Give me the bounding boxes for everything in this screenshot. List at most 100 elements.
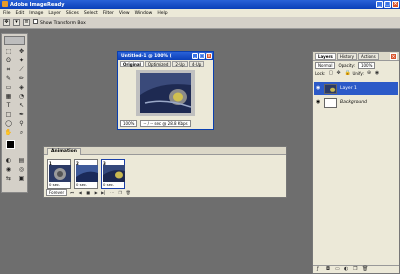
- layer-row-background[interactable]: ◉ Background: [314, 96, 398, 109]
- lock-position-icon[interactable]: ✥: [336, 70, 341, 76]
- menu-image[interactable]: Image: [29, 11, 43, 16]
- stop-icon[interactable]: ■: [85, 190, 91, 195]
- options-arrow-icon[interactable]: ▾: [13, 19, 20, 26]
- tab-optimized[interactable]: Optimized: [144, 61, 172, 67]
- image-map-tool-icon[interactable]: ◐: [3, 157, 14, 165]
- loop-select[interactable]: Forever: [46, 189, 68, 196]
- eraser-tool-icon[interactable]: ▭: [3, 84, 14, 92]
- app-title: Adobe ImageReady: [10, 1, 65, 8]
- duplicate-frame-icon[interactable]: ❐: [117, 190, 123, 195]
- menu-slices[interactable]: Slices: [66, 11, 79, 16]
- zoom-tool-icon[interactable]: ⌕: [16, 129, 27, 137]
- lock-all-icon[interactable]: 🔒: [344, 70, 350, 76]
- pen-tool-icon[interactable]: ✒: [16, 111, 27, 119]
- notes-tool-icon[interactable]: ◯: [3, 120, 14, 128]
- zoom-level[interactable]: 100%: [120, 120, 138, 127]
- play-icon[interactable]: ▶: [93, 190, 99, 195]
- adjustment-layer-icon[interactable]: ◐: [344, 267, 349, 272]
- unify-visibility-icon[interactable]: ◉: [375, 70, 380, 76]
- color-swatches[interactable]: [4, 140, 25, 154]
- minimize-button[interactable]: _: [376, 1, 383, 8]
- marquee-tool-icon[interactable]: ⬚: [3, 48, 14, 56]
- menu-view[interactable]: View: [119, 11, 130, 16]
- opacity-input[interactable]: 100%: [357, 61, 376, 69]
- tab-history[interactable]: History: [336, 53, 358, 60]
- menu-layer[interactable]: Layer: [48, 11, 61, 16]
- layer-row-layer1[interactable]: ◉ Layer 1: [314, 82, 398, 95]
- visibility-eye-icon[interactable]: ◉: [316, 86, 321, 91]
- frame-delay[interactable]: 0 sec.: [103, 182, 114, 187]
- brush-tool-icon[interactable]: ✎: [3, 75, 14, 83]
- opacity-label: Opacity:: [338, 62, 355, 68]
- document-window: Untitled-1 @ 100% ( _ □ × Original Optim…: [117, 51, 214, 130]
- move-tool-icon[interactable]: ✥: [3, 19, 10, 26]
- screen-mode-icon[interactable]: ▣: [16, 175, 27, 183]
- menu-filter[interactable]: Filter: [103, 11, 114, 16]
- document-title-bar[interactable]: Untitled-1 @ 100% ( _ □ ×: [118, 52, 213, 60]
- preview-browser-icon[interactable]: ◎: [16, 166, 27, 174]
- first-frame-icon[interactable]: ⏮: [69, 190, 75, 195]
- blend-mode-select[interactable]: Normal: [315, 61, 336, 69]
- visibility-eye-icon[interactable]: ◉: [316, 100, 321, 105]
- doc-maximize-button[interactable]: □: [199, 52, 205, 59]
- rectangle-tool-icon[interactable]: □: [3, 111, 14, 119]
- animation-frame-1[interactable]: 1 0 sec.: [47, 159, 71, 189]
- delete-frame-icon[interactable]: 🗑: [125, 190, 131, 195]
- tab-2up[interactable]: 2-Up: [172, 61, 188, 67]
- download-time[interactable]: -- / -- sec @ 28.8 Kbps: [140, 120, 191, 127]
- close-button[interactable]: ×: [392, 1, 399, 8]
- type-tool-icon[interactable]: T: [3, 102, 14, 110]
- imageready-icon: [2, 1, 8, 7]
- animation-frame-2[interactable]: 2 0 sec.: [74, 159, 98, 189]
- tween-icon[interactable]: ⋯: [109, 190, 115, 195]
- frame-delay[interactable]: 0 sec.: [49, 182, 60, 187]
- layer-name: Background: [340, 100, 367, 105]
- tab-actions[interactable]: Actions: [358, 53, 379, 60]
- lock-transparency-icon[interactable]: ▢: [328, 70, 333, 76]
- doc-close-button[interactable]: ×: [206, 52, 212, 59]
- layer-style-icon[interactable]: ƒ: [317, 267, 322, 272]
- palette-close-icon[interactable]: ×: [390, 53, 397, 60]
- foreground-color[interactable]: [6, 140, 15, 149]
- document-canvas[interactable]: [136, 70, 195, 116]
- next-frame-icon[interactable]: ▶▏: [101, 190, 107, 195]
- magic-wand-icon[interactable]: ✦: [16, 57, 27, 65]
- eyedropper-tool-icon[interactable]: ⚲: [16, 120, 27, 128]
- jump-to-photoshop-icon[interactable]: ⇆: [3, 175, 14, 183]
- show-transform-box-checkbox[interactable]: Show Transform Box: [33, 19, 86, 26]
- menu-window[interactable]: Window: [135, 11, 153, 16]
- preview-icon[interactable]: ◉: [3, 166, 14, 174]
- maximize-button[interactable]: □: [384, 1, 391, 8]
- tab-4up[interactable]: 4-Up: [188, 61, 205, 67]
- slice-tool-icon[interactable]: ⟋: [16, 66, 27, 74]
- frame-thumbnail: [76, 165, 98, 182]
- crop-tool-icon[interactable]: ⌗: [3, 66, 14, 74]
- toggle-slices-icon[interactable]: ▤: [16, 157, 27, 165]
- bucket-tool-icon[interactable]: ◈: [16, 84, 27, 92]
- previous-frame-icon[interactable]: ◀: [77, 190, 83, 195]
- move-tool-icon[interactable]: ✥: [16, 48, 27, 56]
- gradient-tool-icon[interactable]: ▦: [3, 93, 14, 101]
- delete-layer-icon[interactable]: 🗑: [362, 267, 368, 272]
- hand-tool-icon[interactable]: ✋: [3, 129, 14, 137]
- unify-position-icon[interactable]: ⊕: [367, 70, 372, 76]
- menu-select[interactable]: Select: [84, 11, 98, 16]
- frame-delay[interactable]: 0 sec.: [76, 182, 87, 187]
- menu-file[interactable]: File: [3, 11, 11, 16]
- doc-minimize-button[interactable]: _: [192, 52, 198, 59]
- layer-mask-icon[interactable]: ◘: [326, 267, 331, 272]
- align-icon[interactable]: ≡: [23, 19, 30, 26]
- new-set-icon[interactable]: ▭: [335, 267, 340, 272]
- tab-layers[interactable]: Layers: [315, 53, 336, 60]
- new-layer-icon[interactable]: ❐: [353, 267, 358, 272]
- path-tool-icon[interactable]: ↖: [16, 102, 27, 110]
- tab-original[interactable]: Original: [120, 61, 144, 67]
- blur-tool-icon[interactable]: ◔: [16, 93, 27, 101]
- lasso-tool-icon[interactable]: ʘ: [3, 57, 14, 65]
- menu-help[interactable]: Help: [157, 11, 167, 16]
- imageready-logo[interactable]: [4, 36, 25, 45]
- animation-frame-3[interactable]: 3 0 sec.: [101, 159, 125, 189]
- tab-animation[interactable]: Animation: [47, 148, 81, 155]
- menu-edit[interactable]: Edit: [16, 11, 25, 16]
- pencil-tool-icon[interactable]: ✏: [16, 75, 27, 83]
